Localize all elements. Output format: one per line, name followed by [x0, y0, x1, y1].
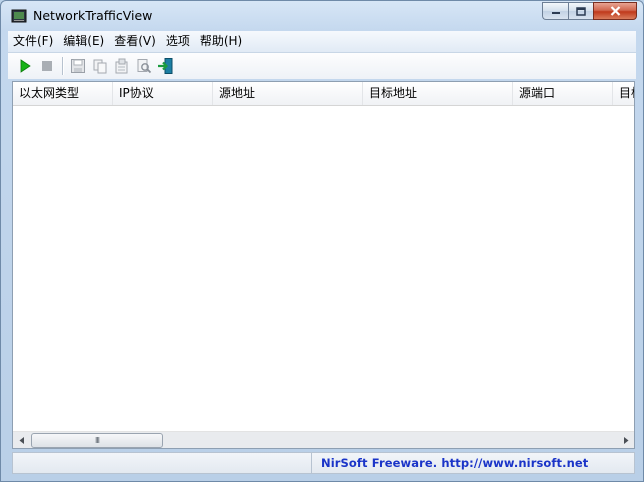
window-title: NetworkTrafficView [33, 8, 153, 23]
find-icon [137, 59, 152, 74]
status-panel [13, 453, 312, 473]
list-header: 以太网类型 IP协议 源地址 目标地址 源端口 目标端口 [13, 82, 634, 106]
scroll-right-button[interactable] [617, 432, 634, 448]
app-window: NetworkTrafficView 文件(F) 编辑(E) 查看(V) 选项 … [0, 0, 644, 482]
close-button[interactable] [593, 2, 637, 20]
minimize-button[interactable] [542, 2, 568, 20]
maximize-icon [576, 6, 586, 16]
arrow-right-icon [623, 436, 628, 444]
menu-options[interactable]: 选项 [161, 31, 195, 52]
nirsoft-link[interactable]: NirSoft Freeware. http://www.nirsoft.net [321, 456, 588, 470]
menu-edit[interactable]: 编辑(E) [58, 31, 109, 52]
exit-icon [158, 58, 173, 74]
copy-button[interactable] [89, 55, 111, 77]
save-button[interactable] [67, 55, 89, 77]
column-source-address[interactable]: 源地址 [213, 82, 363, 105]
maximize-button[interactable] [568, 2, 593, 20]
column-ethernet-type[interactable]: 以太网类型 [13, 82, 113, 105]
column-ip-protocol[interactable]: IP协议 [113, 82, 213, 105]
properties-button[interactable] [111, 55, 133, 77]
stop-icon [42, 61, 52, 71]
menu-file[interactable]: 文件(F) [8, 31, 58, 52]
app-icon [11, 9, 27, 23]
traffic-list[interactable]: 以太网类型 IP协议 源地址 目标地址 源端口 目标端口 III [12, 81, 635, 449]
start-capture-button[interactable] [14, 55, 36, 77]
toolbar-separator [62, 57, 63, 75]
exit-button[interactable] [155, 55, 177, 77]
column-destination-port[interactable]: 目标端口 [613, 82, 634, 105]
properties-icon [115, 58, 128, 74]
arrow-left-icon [19, 436, 24, 444]
menu-view[interactable]: 查看(V) [109, 31, 161, 52]
column-destination-address[interactable]: 目标地址 [363, 82, 513, 105]
scroll-thumb[interactable]: III [31, 433, 163, 448]
title-bar[interactable]: NetworkTrafficView [1, 1, 643, 31]
stop-capture-button[interactable] [36, 55, 58, 77]
menu-bar: 文件(F) 编辑(E) 查看(V) 选项 帮助(H) [8, 31, 636, 53]
toolbar [8, 53, 636, 79]
scroll-thumb-grip: III [94, 435, 100, 445]
play-icon [20, 59, 31, 73]
horizontal-scrollbar[interactable]: III [13, 431, 634, 448]
scroll-left-button[interactable] [13, 432, 30, 448]
close-icon [610, 6, 620, 16]
caption-buttons [542, 2, 637, 22]
status-bar: NirSoft Freeware. http://www.nirsoft.net [12, 452, 635, 474]
minimize-icon [551, 12, 560, 14]
save-icon [71, 59, 85, 73]
menu-help[interactable]: 帮助(H) [195, 31, 247, 52]
copy-icon [93, 59, 107, 74]
column-source-port[interactable]: 源端口 [513, 82, 613, 105]
find-button[interactable] [133, 55, 155, 77]
